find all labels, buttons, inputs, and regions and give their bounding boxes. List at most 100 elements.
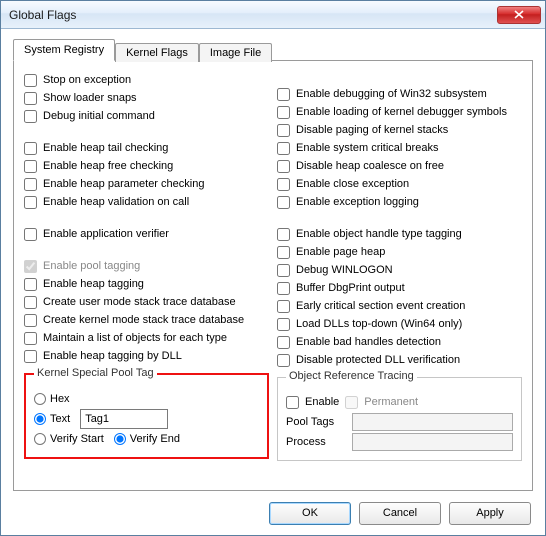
chk-label: Enable heap tagging	[43, 278, 144, 290]
chk-label: Enable heap tail checking	[43, 142, 168, 154]
chk-label: Enable bad handles detection	[296, 336, 441, 348]
radio-label: Text	[50, 413, 70, 425]
chk-label: Show loader snaps	[43, 92, 137, 104]
chk-label: Create user mode stack trace database	[43, 296, 236, 308]
radio-verify-end[interactable]: Verify End	[114, 433, 180, 445]
chk-label: Permanent	[364, 396, 418, 408]
left-column: Stop on exception Show loader snaps Debu…	[24, 71, 269, 461]
radio-hex[interactable]: Hex	[34, 393, 70, 405]
btn-label: Apply	[476, 507, 504, 519]
chk-enable-system-critical-breaks[interactable]: Enable system critical breaks	[277, 139, 522, 157]
cancel-button[interactable]: Cancel	[359, 502, 441, 525]
chk-create-user-mode-stack-trace-db[interactable]: Create user mode stack trace database	[24, 293, 269, 311]
chk-label: Enable heap parameter checking	[43, 178, 204, 190]
apply-button[interactable]: Apply	[449, 502, 531, 525]
radio-label: Verify Start	[50, 433, 104, 445]
chk-label: Enable loading of kernel debugger symbol…	[296, 106, 507, 118]
btn-label: Cancel	[383, 507, 417, 519]
chk-label: Enable object handle type tagging	[296, 228, 462, 240]
pool-tag-input[interactable]	[80, 409, 168, 429]
group-legend: Object Reference Tracing	[286, 370, 417, 382]
chk-enable-pool-tagging: Enable pool tagging	[24, 257, 269, 275]
chk-enable-object-handle-type-tagging[interactable]: Enable object handle type tagging	[277, 225, 522, 243]
chk-label: Maintain a list of objects for each type	[43, 332, 227, 344]
chk-maintain-list-objects[interactable]: Maintain a list of objects for each type	[24, 329, 269, 347]
tab-system-registry[interactable]: System Registry	[13, 39, 115, 61]
chk-enable-heap-tagging-by-dll[interactable]: Enable heap tagging by DLL	[24, 347, 269, 365]
chk-ort-enable[interactable]: Enable	[286, 393, 339, 411]
radio-text[interactable]: Text	[34, 413, 70, 425]
chk-label: Stop on exception	[43, 74, 131, 86]
right-column: Enable debugging of Win32 subsystem Enab…	[277, 71, 522, 461]
tab-label: Kernel Flags	[126, 47, 188, 59]
chk-disable-paging-kernel-stacks[interactable]: Disable paging of kernel stacks	[277, 121, 522, 139]
chk-enable-bad-handles-detection[interactable]: Enable bad handles detection	[277, 333, 522, 351]
chk-label: Buffer DbgPrint output	[296, 282, 405, 294]
lbl-process: Process	[286, 436, 346, 448]
input-process	[352, 433, 513, 451]
chk-label: Debug initial command	[43, 110, 155, 122]
chk-label: Debug WINLOGON	[296, 264, 393, 276]
chk-enable-exception-logging[interactable]: Enable exception logging	[277, 193, 522, 211]
tab-kernel-flags[interactable]: Kernel Flags	[115, 43, 199, 62]
chk-stop-on-exception[interactable]: Stop on exception	[24, 71, 269, 89]
tab-label: Image File	[210, 47, 261, 59]
lbl-pool-tags: Pool Tags	[286, 416, 346, 428]
radio-label: Verify End	[130, 433, 180, 445]
chk-label: Enable page heap	[296, 246, 385, 258]
group-object-reference-tracing: Object Reference Tracing Enable Permanen…	[277, 377, 522, 461]
chk-label: Disable paging of kernel stacks	[296, 124, 448, 136]
chk-enable-page-heap[interactable]: Enable page heap	[277, 243, 522, 261]
chk-early-critical-section-event-creation[interactable]: Early critical section event creation	[277, 297, 522, 315]
options-columns: Stop on exception Show loader snaps Debu…	[24, 71, 522, 461]
close-icon	[514, 10, 524, 19]
chk-create-kernel-mode-stack-trace-db[interactable]: Create kernel mode stack trace database	[24, 311, 269, 329]
chk-label: Disable protected DLL verification	[296, 354, 460, 366]
chk-label: Disable heap coalesce on free	[296, 160, 444, 172]
chk-label: Enable heap validation on call	[43, 196, 189, 208]
radio-label: Hex	[50, 393, 70, 405]
titlebar: Global Flags	[1, 1, 545, 29]
chk-debug-winlogon[interactable]: Debug WINLOGON	[277, 261, 522, 279]
chk-label: Enable close exception	[296, 178, 409, 190]
tab-strip: System Registry Kernel Flags Image File	[13, 39, 533, 61]
chk-label: Load DLLs top-down (Win64 only)	[296, 318, 462, 330]
window-title: Global Flags	[9, 8, 497, 22]
chk-enable-debugging-win32[interactable]: Enable debugging of Win32 subsystem	[277, 85, 522, 103]
chk-enable-application-verifier[interactable]: Enable application verifier	[24, 225, 269, 243]
chk-ort-permanent: Permanent	[345, 393, 418, 411]
window: Global Flags System Registry Kernel Flag…	[0, 0, 546, 536]
client-area: System Registry Kernel Flags Image File …	[1, 29, 545, 491]
chk-label: Early critical section event creation	[296, 300, 465, 312]
chk-label: Enable pool tagging	[43, 260, 140, 272]
tab-label: System Registry	[24, 44, 104, 56]
chk-load-dlls-top-down[interactable]: Load DLLs top-down (Win64 only)	[277, 315, 522, 333]
dialog-button-row: OK Cancel Apply	[1, 491, 545, 535]
chk-enable-heap-tail-checking[interactable]: Enable heap tail checking	[24, 139, 269, 157]
chk-enable-heap-tagging[interactable]: Enable heap tagging	[24, 275, 269, 293]
radio-verify-start[interactable]: Verify Start	[34, 433, 104, 445]
chk-label: Create kernel mode stack trace database	[43, 314, 244, 326]
close-button[interactable]	[497, 6, 541, 24]
chk-enable-heap-parameter-checking[interactable]: Enable heap parameter checking	[24, 175, 269, 193]
group-legend: Kernel Special Pool Tag	[34, 367, 157, 379]
chk-enable-loading-kd-symbols[interactable]: Enable loading of kernel debugger symbol…	[277, 103, 522, 121]
ok-button[interactable]: OK	[269, 502, 351, 525]
chk-disable-heap-coalesce-on-free[interactable]: Disable heap coalesce on free	[277, 157, 522, 175]
chk-label: Enable system critical breaks	[296, 142, 438, 154]
chk-enable-close-exception[interactable]: Enable close exception	[277, 175, 522, 193]
tab-image-file[interactable]: Image File	[199, 43, 272, 62]
chk-show-loader-snaps[interactable]: Show loader snaps	[24, 89, 269, 107]
chk-label: Enable debugging of Win32 subsystem	[296, 88, 487, 100]
chk-label: Enable	[305, 396, 339, 408]
chk-label: Enable heap tagging by DLL	[43, 350, 182, 362]
chk-enable-heap-free-checking[interactable]: Enable heap free checking	[24, 157, 269, 175]
btn-label: OK	[302, 507, 318, 519]
group-kernel-special-pool-tag: Kernel Special Pool Tag Hex Text Verify …	[24, 373, 269, 459]
chk-label: Enable exception logging	[296, 196, 419, 208]
chk-disable-protected-dll-verification[interactable]: Disable protected DLL verification	[277, 351, 522, 369]
chk-buffer-dbgprint-output[interactable]: Buffer DbgPrint output	[277, 279, 522, 297]
input-pool-tags	[352, 413, 513, 431]
chk-enable-heap-validation-on-call[interactable]: Enable heap validation on call	[24, 193, 269, 211]
chk-debug-initial-command[interactable]: Debug initial command	[24, 107, 269, 125]
